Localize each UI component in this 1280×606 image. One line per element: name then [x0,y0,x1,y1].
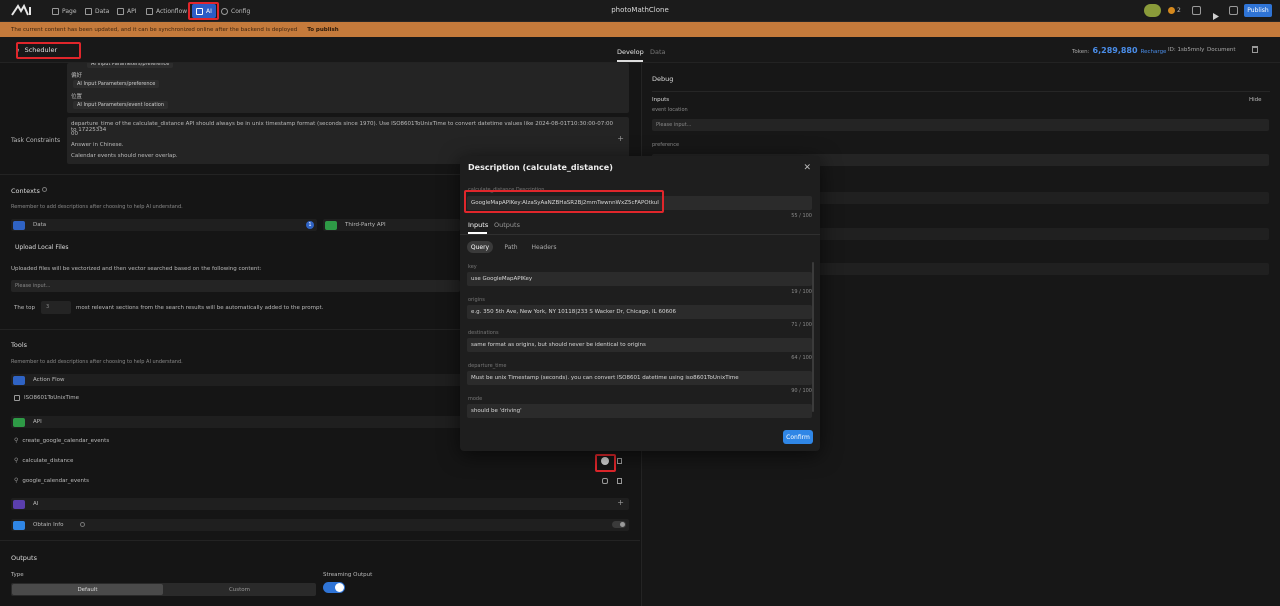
play-icon[interactable] [1211,6,1220,20]
nav-page[interactable]: Page [52,4,77,18]
scrollbar[interactable] [812,262,814,412]
modal-title: Description (calculate_distance) [468,163,613,172]
token-value: 6,289,880 [1092,46,1138,55]
param-origins-input[interactable]: e.g. 350 5th Ave, New York, NY 10118|233… [467,305,812,319]
param-mode-input[interactable]: should be 'driving' [467,404,812,418]
publish-button[interactable]: Publish [1244,4,1272,17]
top-bar: Page Data API Actionflow AI Config photo… [0,0,1280,22]
coin-icon [1168,7,1175,14]
event-location-input[interactable]: Please input... [652,119,1269,131]
tab-develop[interactable]: Develop [617,48,644,56]
app-title: photoMathClone [611,6,669,14]
highlight-ai-tab [188,2,219,20]
nav-data[interactable]: Data [85,4,109,18]
delete-icon[interactable] [617,458,622,464]
info-icon [42,187,47,192]
obtain-info-toggle[interactable] [612,521,626,528]
close-icon[interactable]: ✕ [803,163,811,173]
tool-api-item[interactable]: ⚲ create_google_calendar_events [14,437,109,444]
divider [460,234,820,235]
top-n-input[interactable]: 3 [41,301,71,314]
info-icon [80,522,85,527]
contexts-title: Contexts [11,187,40,195]
tool-iso-item[interactable]: ISO8601ToUnixTime [14,395,79,401]
actionflow-icon [146,7,153,15]
tools-title: Tools [11,341,28,349]
actionflow-icon [13,375,25,385]
upload-query-input[interactable]: Please input... [11,280,460,292]
nav-actionflow[interactable]: Actionflow [146,4,187,18]
param-key-input[interactable]: use GoogleMapAPIKey [467,272,812,286]
pill-path[interactable]: Path [500,241,522,253]
link-icon: ⚲ [14,437,19,444]
to-publish-link[interactable]: To publish [307,27,338,33]
update-banner: The current content has been updated, an… [0,22,1280,37]
recharge-link[interactable]: Recharge [1141,49,1167,55]
plus-icon[interactable]: + [617,134,624,143]
api-icon [117,7,124,15]
type-custom-option[interactable]: Custom [164,584,315,595]
flow-icon [14,395,20,401]
context-third-party-row[interactable]: Third-Party API [323,219,460,231]
page-icon [52,7,59,15]
count-badge: 1 [306,221,314,229]
context-data-row[interactable]: Data 1 [11,219,317,231]
tab-data[interactable]: Data [650,48,666,56]
divider [0,540,640,541]
banner-message: The current content has been updated, an… [11,26,298,33]
avatar[interactable] [1144,4,1161,17]
nav-config[interactable]: Config [221,4,250,18]
trash-icon[interactable] [1252,46,1258,53]
settings-icon[interactable] [1229,6,1238,15]
type-default-option[interactable]: Default [12,584,163,595]
param-tag-event-location: AI Input Parameters/event location [73,101,168,109]
hide-button[interactable]: Hide [1249,97,1262,103]
confirm-button[interactable]: Confirm [783,430,813,444]
ai-icon [13,499,25,509]
edit-description-icon[interactable] [602,478,608,484]
tool-api-item[interactable]: ⚲ calculate_distance [14,457,73,464]
tab-outputs[interactable]: Outputs [494,221,520,229]
tab-active-indicator [617,60,643,62]
tab-inputs[interactable]: Inputs [468,221,488,229]
param-tag: AI Input Parameters/preference [87,63,174,68]
highlight-scheduler [16,42,81,59]
param-departure-time-input[interactable]: Must be unix Timestamp (seconds). you ca… [467,371,812,385]
users-icon[interactable] [1192,6,1201,15]
plus-icon[interactable]: + [617,498,624,507]
upload-title[interactable]: Upload Local Files [15,244,69,251]
streaming-toggle[interactable] [323,582,345,593]
description-modal: Description (calculate_distance) ✕ calcu… [460,156,820,451]
delete-icon[interactable] [617,478,622,484]
tool-obtain-row[interactable]: Obtain Info [11,519,629,531]
obtain-info-icon [13,520,25,530]
document-link[interactable]: Document [1207,47,1236,53]
pill-query[interactable]: Query [467,241,493,253]
gear-icon [221,7,228,15]
tool-api-item[interactable]: ⚲ google_calendar_events [14,477,89,484]
app-logo [11,4,31,16]
nav-api[interactable]: API [117,4,137,18]
data-icon [85,7,92,15]
debug-title: Debug [652,75,674,83]
task-constraints-label: Task Constraints [11,137,61,144]
api-icon [13,417,25,427]
pill-headers[interactable]: Headers [529,241,559,253]
param-destinations-input[interactable]: same format as origins, but should never… [467,338,812,352]
param-tag-preference: AI Input Parameters/preference [73,80,160,88]
highlight-description [464,190,664,213]
outputs-title: Outputs [11,554,37,562]
highlight-edit-description [595,454,616,472]
divider [652,91,1270,92]
output-type-switch[interactable]: Default Custom [11,583,316,596]
link-icon: ⚲ [14,477,19,484]
id-label: ID: 1sb5mnly [1168,47,1205,53]
tool-ai-row[interactable]: AI + [11,498,629,510]
api-icon [325,220,337,230]
link-icon: ⚲ [14,457,19,464]
coin-badge[interactable]: 2 [1168,5,1181,16]
data-icon [13,220,25,230]
prompt-field[interactable]: AI Input Parameters/preference 偏好 AI Inp… [67,63,629,113]
token-info: Token: 6,289,880 Recharge [1072,46,1167,55]
